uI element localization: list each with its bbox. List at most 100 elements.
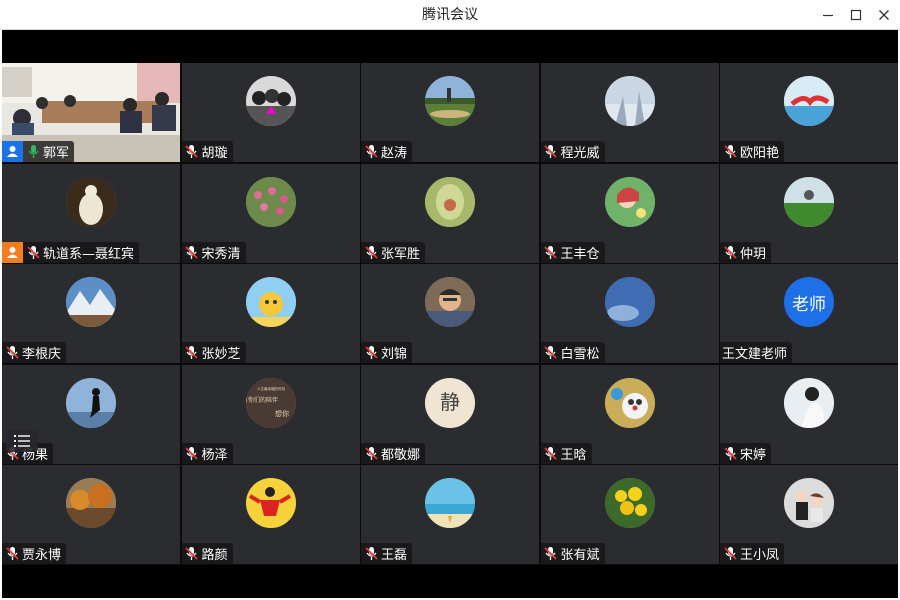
mic-status xyxy=(722,242,738,263)
avatar xyxy=(604,76,655,126)
avatar xyxy=(604,478,655,528)
avatar xyxy=(784,176,834,227)
participant-tile[interactable]: 老师王文建老师 xyxy=(720,264,898,363)
mic-status xyxy=(184,141,200,162)
avatar xyxy=(66,377,116,428)
participant-tile[interactable]: 宋婷 xyxy=(720,364,898,464)
avatar xyxy=(604,277,655,327)
mic-status xyxy=(25,242,41,263)
avatar xyxy=(425,76,475,126)
participant-tile[interactable]: 路颜 xyxy=(181,465,360,564)
maximize-icon xyxy=(850,9,862,21)
participant-tile[interactable]: 张有斌 xyxy=(540,465,719,564)
mic-muted-icon xyxy=(185,346,198,359)
avatar xyxy=(425,277,475,327)
list-icon xyxy=(14,435,30,447)
participant-tile[interactable]: 欧阳艳 xyxy=(720,63,898,162)
participant-tile[interactable]: 静都敬娜 xyxy=(361,364,539,464)
participant-tile[interactable]: 轨道系—聂红宾 xyxy=(2,163,180,263)
mic-status xyxy=(543,242,559,263)
avatar xyxy=(425,176,475,227)
participant-name: 赵涛 xyxy=(381,146,408,161)
avatar: 人生最幸福的时刻有你们的陪伴想你 xyxy=(245,377,296,428)
participant-tile[interactable]: 王丰仓 xyxy=(540,163,719,263)
participant-name-bar: 刘锦 xyxy=(361,342,413,363)
participant-name: 程光威 xyxy=(560,146,600,161)
mic-status xyxy=(363,342,379,363)
mic-status xyxy=(722,443,738,464)
participant-tile[interactable]: 贾永博 xyxy=(2,465,180,564)
avatar xyxy=(66,176,116,227)
mic-muted-icon xyxy=(544,346,557,359)
participant-tile[interactable]: 张军胜 xyxy=(361,163,539,263)
mic-status xyxy=(363,443,379,464)
mic-muted-icon xyxy=(364,547,378,560)
mic-muted-icon xyxy=(544,245,557,259)
participant-tile[interactable]: 赵涛 xyxy=(361,63,539,162)
participant-name-bar: 程光威 xyxy=(540,141,605,162)
participant-name-bar: 张有斌 xyxy=(540,543,605,564)
participant-name-bar: 胡璇 xyxy=(181,141,233,162)
participant-name: 王小凤 xyxy=(740,548,780,563)
participant-tile[interactable]: 宋秀清 xyxy=(181,163,360,263)
participant-tile[interactable]: 王小凤 xyxy=(720,465,898,564)
avatar xyxy=(784,478,834,528)
avatar xyxy=(784,76,834,126)
participant-tile[interactable]: 王晗 xyxy=(540,364,719,464)
participant-name: 杨泽 xyxy=(201,447,228,463)
participant-tile[interactable]: 张妙芝 xyxy=(181,264,360,363)
close-button[interactable] xyxy=(870,0,898,30)
participant-name: 宋秀清 xyxy=(201,246,241,262)
svg-text:人生最幸福的时刻: 人生最幸福的时刻 xyxy=(257,386,285,391)
participant-tile[interactable]: 人生最幸福的时刻有你们的陪伴想你杨泽 xyxy=(181,364,360,464)
mic-muted-icon xyxy=(26,245,40,259)
participant-name: 刘锦 xyxy=(381,347,408,362)
participant-tile[interactable]: 李根庆 xyxy=(2,264,180,363)
avatar xyxy=(604,377,655,428)
participant-tile[interactable]: 刘锦 xyxy=(361,264,539,363)
mic-muted-icon xyxy=(364,245,378,259)
participant-name: 胡璇 xyxy=(201,146,228,161)
participant-name-bar: 王丰仓 xyxy=(540,241,605,263)
mic-muted-icon xyxy=(5,346,19,359)
participant-name: 王文建老师 xyxy=(722,347,788,362)
participant-name: 郭军 xyxy=(43,146,70,161)
participant-grid: 郭军 胡璇 赵涛 程光威 欧阳艳轨道系—聂红宾 宋秀清 张军胜 王丰仓 仲玥李根庆 张妙芝 刘锦 白雪… xyxy=(2,63,898,565)
participant-name: 王磊 xyxy=(381,548,408,563)
mic-muted-icon xyxy=(364,446,378,460)
participant-name-bar: 杨泽 xyxy=(181,442,233,464)
participant-name-bar: 王晗 xyxy=(540,442,592,464)
participant-list-toggle[interactable] xyxy=(6,430,38,452)
participant-name: 王晗 xyxy=(560,447,587,463)
svg-text:想你: 想你 xyxy=(275,409,289,418)
participant-name-bar: 仲玥 xyxy=(720,241,772,263)
participant-name-bar: 张军胜 xyxy=(361,241,426,263)
minimize-button[interactable] xyxy=(814,0,842,30)
participant-name-bar: 宋秀清 xyxy=(181,241,246,263)
avatar xyxy=(245,76,296,126)
avatar: 老师 xyxy=(784,277,834,327)
participant-tile[interactable]: 胡璇 xyxy=(181,63,360,162)
participant-name: 张妙芝 xyxy=(201,347,241,362)
avatar xyxy=(245,176,296,227)
mic-muted-icon xyxy=(5,547,19,560)
minimize-icon xyxy=(823,14,833,17)
participant-name: 都敬娜 xyxy=(381,447,421,463)
participant-tile[interactable]: 郭军 xyxy=(2,63,180,162)
participant-tile[interactable]: 仲玥 xyxy=(720,163,898,263)
maximize-button[interactable] xyxy=(842,0,870,30)
participant-name-bar: 王磊 xyxy=(361,543,413,564)
mic-status xyxy=(363,141,379,162)
host-badge xyxy=(2,141,23,162)
mic-muted-icon xyxy=(544,446,557,460)
participant-name: 仲玥 xyxy=(740,246,767,262)
participant-name-bar: 路颜 xyxy=(181,543,233,564)
participant-name: 李根庆 xyxy=(22,347,62,362)
participant-tile[interactable]: 程光威 xyxy=(540,63,719,162)
participant-tile[interactable]: 王磊 xyxy=(361,465,539,564)
participant-name: 欧阳艳 xyxy=(740,146,780,161)
mic-muted-icon xyxy=(364,145,378,158)
mic-muted-icon xyxy=(185,446,198,460)
participant-tile[interactable]: 白雪松 xyxy=(540,264,719,363)
avatar: 静 xyxy=(425,377,475,428)
